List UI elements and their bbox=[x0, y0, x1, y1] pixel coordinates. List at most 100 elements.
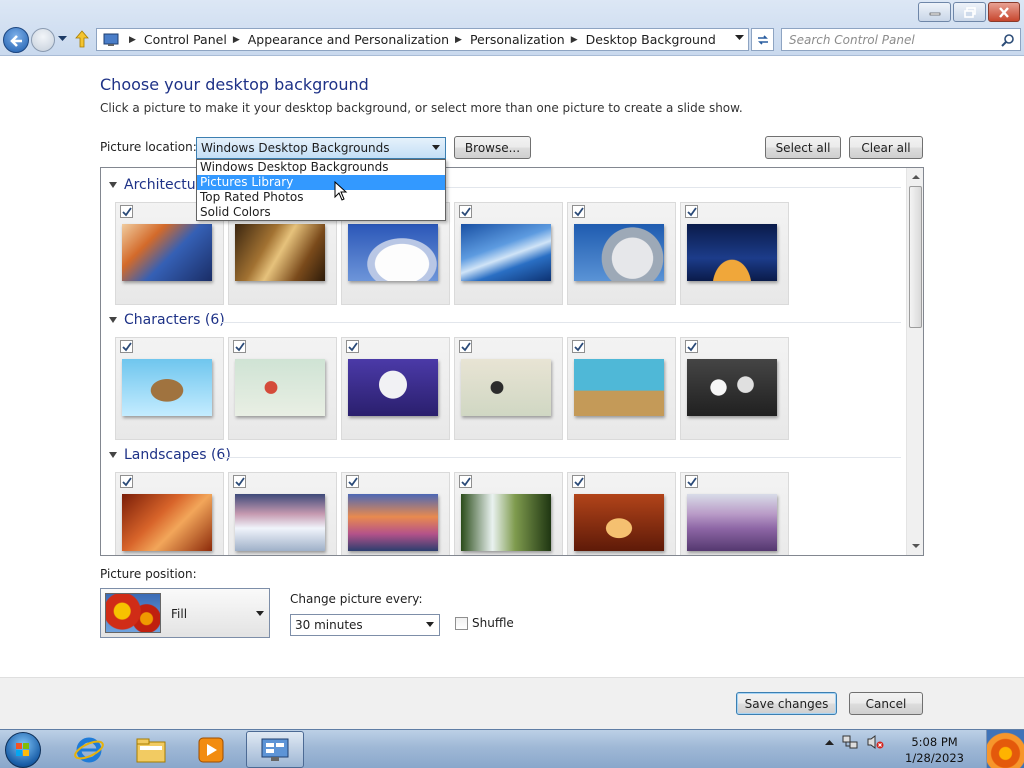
address-dropdown-icon[interactable] bbox=[735, 35, 744, 41]
dropdown-option[interactable]: Windows Desktop Backgrounds bbox=[197, 160, 445, 175]
vertical-scrollbar[interactable] bbox=[906, 168, 923, 555]
tile-checkbox[interactable] bbox=[572, 475, 585, 488]
cancel-button[interactable]: Cancel bbox=[849, 692, 923, 715]
group-title: Characters (6) bbox=[124, 312, 225, 328]
tile-checkbox[interactable] bbox=[572, 340, 585, 353]
taskbar-control-panel[interactable] bbox=[246, 731, 304, 768]
scroll-up-icon[interactable] bbox=[912, 175, 920, 179]
show-desktop-button[interactable] bbox=[986, 730, 1024, 768]
interval-select[interactable]: 30 minutes bbox=[290, 614, 440, 636]
picture-location-select[interactable]: Windows Desktop Backgrounds bbox=[196, 137, 446, 159]
tile-checkbox[interactable] bbox=[459, 205, 472, 218]
collapse-triangle-icon[interactable] bbox=[109, 317, 117, 323]
taskbar-explorer[interactable] bbox=[122, 731, 180, 768]
wallpaper-tile[interactable] bbox=[228, 337, 337, 440]
wallpaper-tile[interactable] bbox=[454, 202, 563, 305]
breadcrumb-separator-icon[interactable]: ▶ bbox=[571, 35, 578, 45]
wallpaper-tile[interactable] bbox=[228, 472, 337, 555]
recent-pages-icon[interactable] bbox=[58, 36, 67, 42]
back-button[interactable] bbox=[3, 27, 29, 53]
search-input[interactable]: Search Control Panel bbox=[781, 28, 1021, 51]
wallpaper-tile[interactable] bbox=[341, 337, 450, 440]
group-header[interactable]: Landscapes (6) bbox=[109, 447, 231, 463]
wallpaper-thumbnail bbox=[574, 359, 664, 416]
chevron-down-icon bbox=[426, 622, 434, 627]
scrollbar-thumb[interactable] bbox=[909, 186, 922, 328]
wallpaper-tile[interactable] bbox=[567, 202, 676, 305]
taskbar-media-player[interactable] bbox=[182, 731, 240, 768]
tile-checkbox[interactable] bbox=[120, 475, 133, 488]
browse-button[interactable]: Browse... bbox=[454, 136, 531, 159]
wallpaper-tile[interactable] bbox=[115, 472, 224, 555]
show-hidden-icons-icon[interactable] bbox=[825, 739, 834, 745]
dropdown-option[interactable]: Top Rated Photos bbox=[197, 190, 445, 205]
dropdown-option-highlighted[interactable]: Pictures Library bbox=[197, 175, 445, 190]
search-placeholder: Search Control Panel bbox=[789, 32, 915, 47]
wallpaper-tile[interactable] bbox=[680, 337, 789, 440]
wallpaper-tile[interactable] bbox=[567, 337, 676, 440]
wallpaper-gallery[interactable]: Architecture Characters (6) Landscapes (6) bbox=[100, 167, 924, 556]
tile-checkbox[interactable] bbox=[459, 475, 472, 488]
chevron-down-icon bbox=[256, 611, 264, 616]
wallpaper-tile[interactable] bbox=[680, 202, 789, 305]
group-divider bbox=[221, 457, 901, 458]
picture-location-label: Picture location: bbox=[100, 140, 197, 154]
wallpaper-tile[interactable] bbox=[454, 472, 563, 555]
address-bar[interactable]: ▶ Control Panel ▶ Appearance and Persona… bbox=[96, 28, 749, 51]
forward-button[interactable] bbox=[31, 28, 55, 52]
breadcrumb-separator-icon[interactable]: ▶ bbox=[455, 35, 462, 45]
wallpaper-thumbnail bbox=[235, 224, 325, 281]
shuffle-checkbox-box[interactable] bbox=[455, 616, 468, 630]
tile-checkbox[interactable] bbox=[572, 205, 585, 218]
tile-checkbox[interactable] bbox=[459, 340, 472, 353]
interval-value: 30 minutes bbox=[295, 618, 363, 632]
volume-muted-icon[interactable] bbox=[866, 734, 884, 750]
refresh-button[interactable] bbox=[751, 28, 774, 51]
breadcrumb-separator-icon[interactable]: ▶ bbox=[233, 35, 240, 45]
wallpaper-tile[interactable] bbox=[454, 337, 563, 440]
tile-checkbox[interactable] bbox=[120, 205, 133, 218]
picture-position-select[interactable]: Fill bbox=[100, 588, 270, 638]
group-divider bbox=[221, 322, 901, 323]
search-icon[interactable] bbox=[1001, 33, 1015, 47]
minimize-button[interactable] bbox=[918, 2, 951, 22]
group-header[interactable]: Characters (6) bbox=[109, 312, 225, 328]
checkmark-icon bbox=[122, 207, 132, 217]
up-folder-icon[interactable] bbox=[74, 30, 90, 48]
taskbar-internet-explorer[interactable] bbox=[60, 731, 118, 768]
collapse-triangle-icon[interactable] bbox=[109, 182, 117, 188]
tile-checkbox[interactable] bbox=[120, 340, 133, 353]
clear-all-button[interactable]: Clear all bbox=[849, 136, 923, 159]
tile-checkbox[interactable] bbox=[233, 340, 246, 353]
tile-checkbox[interactable] bbox=[346, 475, 359, 488]
group-header[interactable]: Architecture bbox=[109, 177, 210, 193]
tile-checkbox[interactable] bbox=[685, 475, 698, 488]
tile-checkbox[interactable] bbox=[233, 475, 246, 488]
tile-checkbox[interactable] bbox=[346, 340, 359, 353]
change-picture-label: Change picture every: bbox=[290, 592, 423, 606]
breadcrumb-personalization[interactable]: Personalization bbox=[470, 32, 565, 47]
close-button[interactable] bbox=[988, 2, 1020, 22]
dropdown-option[interactable]: Solid Colors bbox=[197, 205, 445, 220]
breadcrumb-control-panel[interactable]: Control Panel bbox=[144, 32, 227, 47]
wallpaper-tile[interactable] bbox=[567, 472, 676, 555]
scroll-down-icon[interactable] bbox=[912, 544, 920, 548]
start-button[interactable] bbox=[5, 732, 41, 768]
tile-checkbox[interactable] bbox=[685, 205, 698, 218]
shuffle-checkbox[interactable]: Shuffle bbox=[455, 616, 514, 630]
wallpaper-tile[interactable] bbox=[680, 472, 789, 555]
breadcrumb-desktop-background[interactable]: Desktop Background bbox=[586, 32, 716, 47]
tile-checkbox[interactable] bbox=[685, 340, 698, 353]
collapse-triangle-icon[interactable] bbox=[109, 452, 117, 458]
restore-icon bbox=[963, 6, 976, 18]
network-icon[interactable] bbox=[842, 734, 858, 750]
restore-button[interactable] bbox=[953, 2, 986, 22]
select-all-button[interactable]: Select all bbox=[765, 136, 841, 159]
wallpaper-tile[interactable] bbox=[115, 337, 224, 440]
save-changes-button[interactable]: Save changes bbox=[736, 692, 837, 715]
taskbar-clock[interactable]: 5:08 PM 1/28/2023 bbox=[905, 734, 964, 766]
breadcrumb-appearance[interactable]: Appearance and Personalization bbox=[248, 32, 449, 47]
control-panel-icon bbox=[261, 738, 289, 761]
checkmark-icon bbox=[235, 342, 245, 352]
wallpaper-tile[interactable] bbox=[341, 472, 450, 555]
